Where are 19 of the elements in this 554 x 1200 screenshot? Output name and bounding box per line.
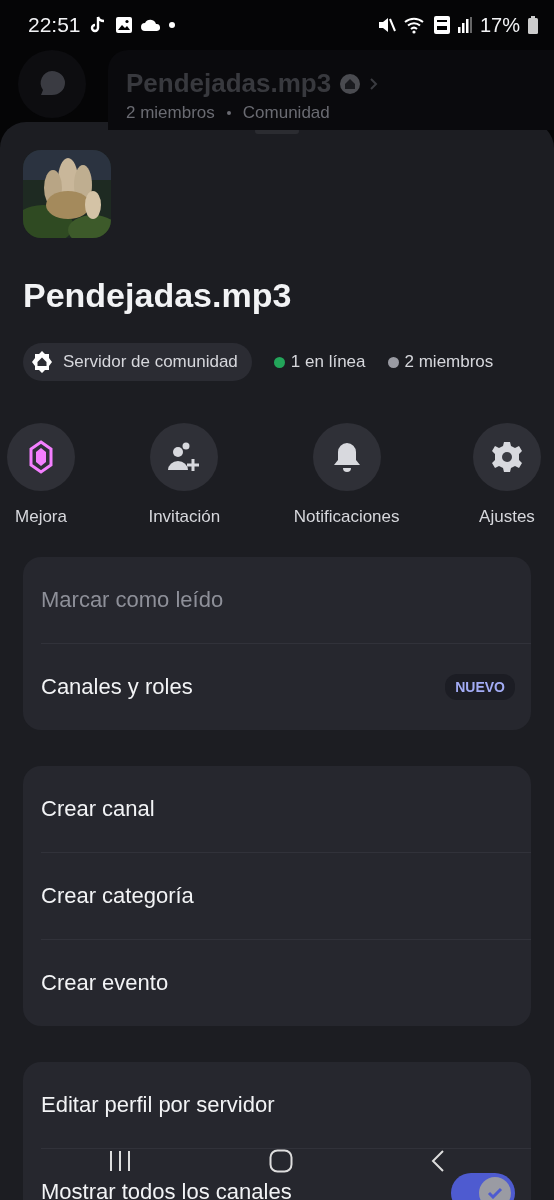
action-label: Mejora [15,507,67,527]
community-server-chip[interactable]: Servidor de comunidad [23,343,252,381]
action-label: Invitación [148,507,221,527]
menu-item[interactable]: Crear canal [41,796,155,822]
stat-label: 2 miembros [404,352,494,372]
menu-item[interactable]: Editar perfil por servidor [41,1092,275,1118]
menu-item[interactable]: Canales y roles [41,674,193,700]
new-badge: NUEVO [445,674,515,700]
server-name: Pendejadas.mp3 [23,276,293,315]
action-label: Ajustes [479,507,535,527]
menu-item[interactable]: Crear evento [41,970,169,996]
background-member-count: 2 miembros [126,103,215,123]
action-label: Notificaciones [293,507,400,527]
menu-item[interactable]: Crear categoría [41,883,194,909]
stat-label: 1 en línea [290,352,366,372]
background-server-type: Comunidad [242,103,330,123]
menu-item[interactable]: Mostrar todos los canales [41,1179,292,1200]
status-time: 22:51 [28,13,81,37]
battery-percent: 17% [479,13,520,37]
